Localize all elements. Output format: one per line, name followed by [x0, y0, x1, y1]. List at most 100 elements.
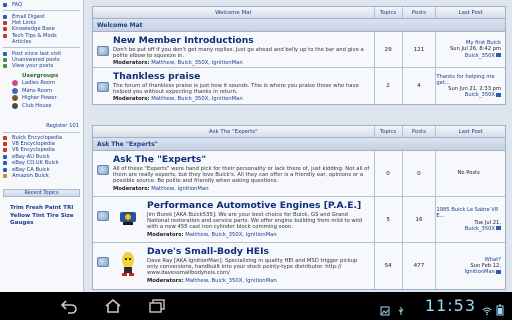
forum-description: Don't be put off if you don't get many r…	[113, 47, 364, 60]
last-post: My first Buick Sun Jul 26, 8:42 pm Buick…	[435, 32, 505, 67]
forum-table-welcome-mat: Welcome Mat Topics Posts Last Post Welco…	[92, 6, 506, 105]
wifi-icon	[482, 301, 492, 320]
home-icon[interactable]	[104, 298, 122, 314]
forum-description: Jim Burek [AKA Buick535]: We are your be…	[147, 212, 363, 231]
category-title[interactable]: Welcome Mat	[93, 19, 505, 32]
battery-icon-graphic	[496, 304, 504, 316]
header-forum-title: Ask The "Experts"	[209, 128, 258, 135]
last-post: 1985 Buick Le Sabre V8 E... Tue Jul 21, …	[435, 197, 505, 242]
goto-last-post-icon[interactable]	[496, 53, 501, 58]
back-icon[interactable]	[60, 298, 78, 314]
sidebar-link-your-posts[interactable]: View your posts	[0, 63, 83, 69]
last-post-title[interactable]: 1985 Buick Le Sabre V8 E...	[436, 207, 501, 219]
header-last-post: Last Post	[435, 7, 505, 18]
last-post-user[interactable]: Buick_350X	[465, 226, 501, 232]
forum-description: Dave Ray [AKA IgnitionMan]: Specializing…	[147, 258, 358, 277]
ebay-icon	[3, 167, 7, 172]
recent-topic-item[interactable]: Trim Fresh Paint TRI	[0, 205, 83, 213]
forum-sidebar: FAQ Email Digest Hot Links Knowledge Bas…	[0, 0, 84, 292]
forum-title[interactable]: Dave's Small-Body HEIs	[147, 246, 370, 257]
header-topics: Topics	[373, 126, 402, 137]
user-group-icon	[12, 95, 18, 102]
forum-folder-icon	[97, 165, 109, 175]
header-topics: Topics	[373, 7, 402, 18]
forum-row-ask-the-experts: Ask The "Experts" All of these "Experts"…	[93, 151, 505, 197]
last-post: What? Sun Feb 12, IgnitionMan	[435, 243, 505, 289]
forum-title[interactable]: Thankless praise	[113, 71, 370, 82]
usergroup-higher-power[interactable]: Higher Power	[0, 95, 83, 103]
pae-logo-graphic	[120, 212, 136, 225]
header-posts: Posts	[401, 7, 436, 18]
tablet-screen: FAQ Email Digest Hot Links Knowledge Bas…	[0, 0, 512, 320]
forum-info: Ask The "Experts" All of these "Experts"…	[93, 151, 374, 196]
back-icon-graphic	[60, 300, 77, 314]
new-posts-icon	[3, 51, 7, 56]
forum-moderators: Moderators: Matthew, Buick_350X, Ignitio…	[113, 96, 243, 103]
recent-apps-icon[interactable]	[148, 298, 166, 314]
sidebar-divider	[3, 131, 80, 133]
forum-title[interactable]: Performance Automotive Engines [P.A.E.]	[147, 200, 370, 211]
forum-folder-icon	[97, 211, 109, 221]
forum-table-ask-the-experts: Ask The "Experts" Topics Posts Last Post…	[92, 125, 506, 290]
register-link[interactable]: Register 101	[0, 123, 83, 130]
usergroup-mens-room[interactable]: Mens Room	[0, 87, 83, 95]
clock: 11:53	[424, 296, 476, 315]
usb-icon-graphic	[398, 307, 404, 315]
sidebar-link-articles[interactable]: Articles	[0, 39, 83, 45]
forum-description: All of these "Experts" were hand pick fo…	[113, 166, 370, 185]
category-title[interactable]: Ask The "Experts"	[93, 138, 505, 151]
email-icon	[3, 14, 7, 19]
usergroups-heading: Usergroups	[22, 72, 59, 79]
battery-icon	[496, 301, 504, 320]
posts-count: 0	[401, 151, 436, 196]
recent-topic-item[interactable]: Gauges	[0, 220, 83, 228]
system-navigation-bar: 11:53	[0, 292, 512, 320]
no-posts-label: No Posts	[457, 170, 480, 177]
gallery-icon-graphic	[380, 306, 390, 316]
forum-moderators: Moderators: Matthew, Buick_350X, Ignitio…	[147, 231, 277, 238]
last-post-user[interactable]: Buick_350X	[465, 53, 501, 59]
last-post: Thanks for helping me get... Sun Jun 21,…	[435, 68, 505, 104]
forum-index: Welcome Mat Topics Posts Last Post Welco…	[84, 0, 512, 292]
goto-last-post-icon[interactable]	[496, 92, 501, 97]
table-header: Ask The "Experts" Topics Posts Last Post	[93, 126, 505, 138]
gallery-icon	[380, 301, 390, 320]
posts-count: 16	[401, 197, 436, 242]
last-post-title[interactable]: Thanks for helping me get...	[436, 74, 501, 86]
last-post-user[interactable]: IgnitionMan	[465, 269, 501, 275]
recent-topic-item[interactable]: Yellow Tint Tire Size	[0, 213, 83, 221]
wrench-icon	[3, 33, 7, 38]
usb-icon	[396, 301, 406, 320]
encyclopedia-icon	[3, 142, 7, 147]
sidebar-link-amazon[interactable]: Amazon Buick	[0, 173, 83, 179]
forum-title[interactable]: New Member Introductions	[113, 35, 370, 46]
topics-count: 2	[373, 68, 402, 104]
goto-last-post-icon[interactable]	[496, 269, 501, 274]
amazon-icon	[3, 174, 7, 179]
pae-logo-icon	[113, 205, 143, 231]
last-post-user[interactable]: Buick_350X	[465, 92, 501, 98]
book-icon	[3, 27, 7, 32]
forum-title[interactable]: Ask The "Experts"	[113, 154, 370, 165]
your-posts-icon	[3, 64, 7, 69]
usergroup-club-house[interactable]: Club House	[0, 102, 83, 110]
posts-count: 4	[401, 68, 436, 104]
goto-last-post-icon[interactable]	[496, 226, 501, 231]
forum-row-thankless-praise: Thankless praise The forum of thankless …	[93, 68, 505, 104]
forum-info: Dave's Small-Body HEIs Dave Ray [AKA Ign…	[93, 243, 374, 289]
header-forum-title: Welcome Mat	[215, 9, 252, 16]
sidebar-link-faq[interactable]: FAQ	[0, 2, 83, 8]
forum-info: Thankless praise The forum of thankless …	[93, 68, 374, 104]
unanswered-icon	[3, 57, 7, 62]
forum-folder-icon	[97, 46, 109, 56]
ebay-icon	[3, 154, 7, 159]
home-icon-graphic	[105, 298, 121, 313]
forum-info: Performance Automotive Engines [P.A.E.] …	[93, 197, 374, 242]
table-header: Welcome Mat Topics Posts Last Post	[93, 7, 505, 19]
faq-icon	[3, 3, 7, 8]
usergroup-ladies-room[interactable]: Ladies Room	[0, 80, 83, 88]
ebay-icon	[3, 161, 7, 166]
topics-count: 54	[373, 243, 402, 289]
header-posts: Posts	[401, 126, 436, 137]
posts-count: 121	[401, 32, 436, 67]
